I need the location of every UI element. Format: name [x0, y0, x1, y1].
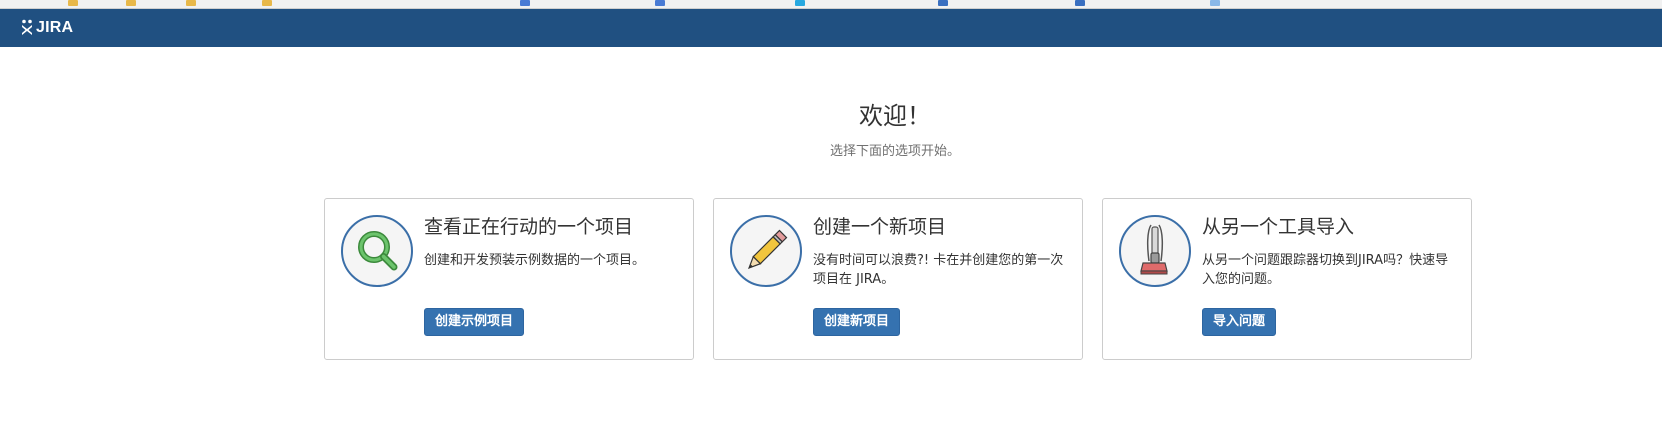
bookmark-icon[interactable]	[938, 0, 948, 6]
bookmark-icon[interactable]	[520, 0, 530, 6]
card-new-project: 创建一个新项目 没有时间可以浪费?! 卡在并创建您的第一次项目在 JIRA。 创…	[713, 198, 1083, 360]
vacuum-cleaner-icon	[1119, 215, 1191, 287]
bookmark-icon[interactable]	[186, 0, 196, 6]
bookmark-icon[interactable]	[262, 0, 272, 6]
jira-logo[interactable]: JIRA	[20, 18, 73, 38]
card-description: 没有时间可以浪费?! 卡在并创建您的第一次项目在 JIRA。	[813, 253, 1064, 287]
create-new-project-button[interactable]: 创建新项目	[813, 308, 901, 336]
bookmark-icon[interactable]	[126, 0, 136, 6]
jira-logo-icon	[22, 19, 32, 35]
card-description: 从另一个问题跟踪器切换到JIRA吗？快速导入您的问题。	[1202, 253, 1449, 287]
magnifier-icon	[341, 215, 413, 287]
bookmark-icon[interactable]	[1210, 0, 1220, 6]
import-issues-button[interactable]: 导入问题	[1202, 308, 1277, 336]
app-header: JIRA	[0, 9, 1662, 47]
pencil-icon	[730, 215, 802, 287]
card-title: 从另一个工具导入	[1202, 216, 1355, 238]
card-sample-project: 查看正在行动的一个项目 创建和开发预装示例数据的一个项目。 创建示例项目	[324, 198, 694, 360]
browser-bookmarks-bar	[0, 0, 1662, 9]
logo-text: JIRA	[36, 19, 74, 36]
card-title: 查看正在行动的一个项目	[424, 216, 634, 238]
welcome-section: 欢迎！ 选择下面的选项开始。	[0, 100, 1662, 160]
page-title: 欢迎！	[859, 102, 931, 130]
bookmark-icon[interactable]	[795, 0, 805, 6]
bookmark-icon[interactable]	[655, 0, 665, 6]
bookmark-icon[interactable]	[68, 0, 78, 6]
card-description: 创建和开发预装示例数据的一个项目。	[424, 253, 646, 268]
card-import: 从另一个工具导入 从另一个问题跟踪器切换到JIRA吗？快速导入您的问题。 导入问…	[1102, 198, 1472, 360]
bookmark-icon[interactable]	[1075, 0, 1085, 6]
create-sample-project-button[interactable]: 创建示例项目	[424, 308, 525, 336]
card-title: 创建一个新项目	[813, 216, 947, 238]
page-subtitle: 选择下面的选项开始。	[829, 144, 960, 159]
